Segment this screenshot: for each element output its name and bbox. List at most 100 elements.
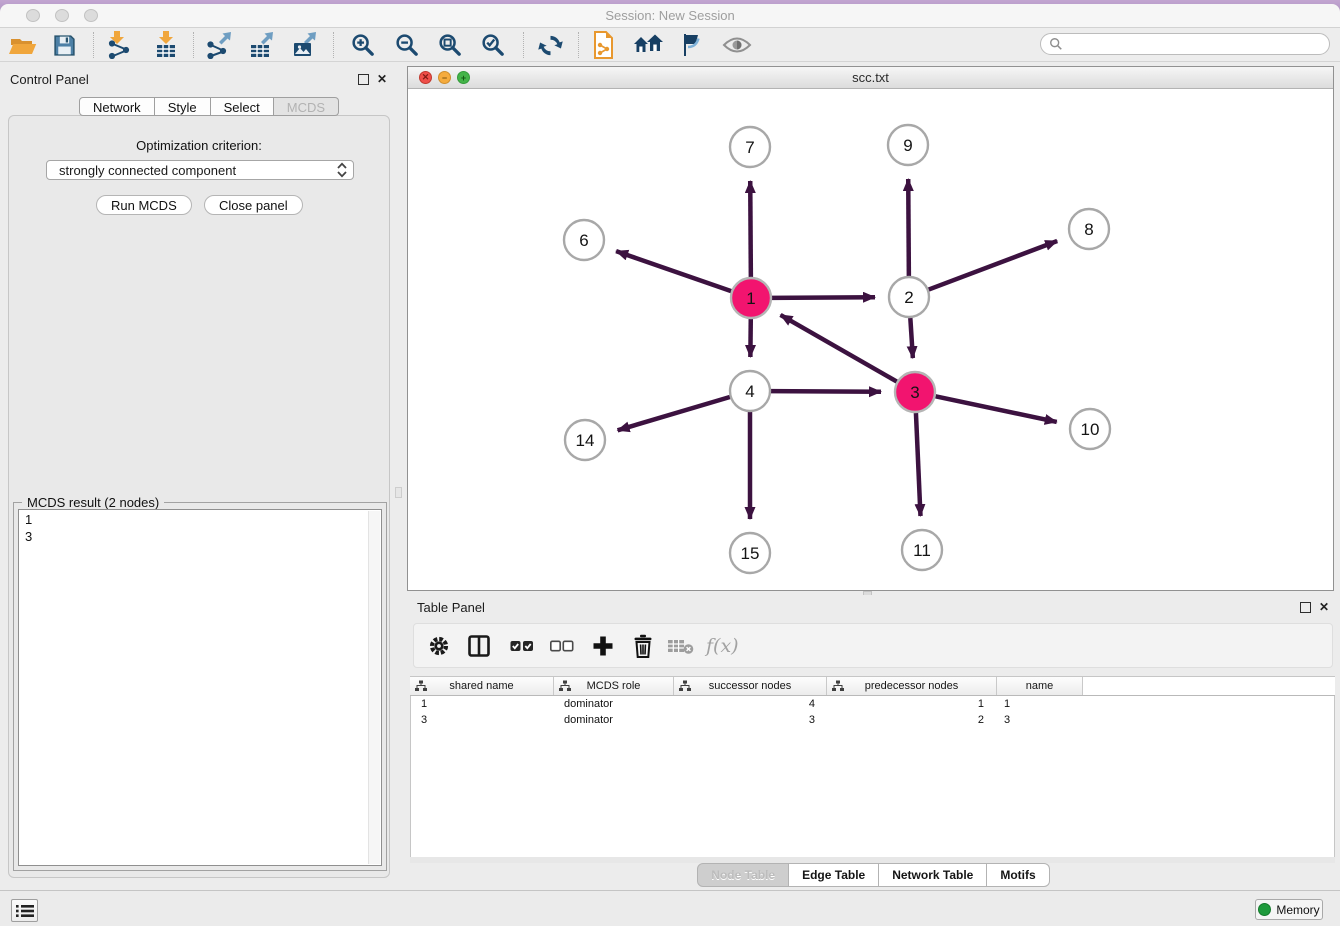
graph-edge-3-11[interactable]: [916, 413, 921, 516]
zoom-out-button[interactable]: [391, 30, 423, 60]
result-scrollbar[interactable]: [368, 511, 380, 864]
delete-column-button[interactable]: [632, 634, 654, 658]
tab-network-table[interactable]: Network Table: [879, 863, 987, 887]
column-header-mcds-role[interactable]: MCDS role: [554, 677, 674, 695]
table-panel: Table Panel ✕: [407, 595, 1340, 890]
select-all-rows-button[interactable]: [510, 639, 534, 653]
memory-status-dot: [1258, 903, 1271, 916]
column-header-predecessor-nodes[interactable]: predecessor nodes: [827, 677, 997, 695]
tab-motifs[interactable]: Motifs: [987, 863, 1049, 887]
home-views-button[interactable]: [632, 30, 664, 60]
table-panel-float-button[interactable]: [1298, 600, 1312, 614]
apply-layout-button[interactable]: [534, 30, 566, 60]
control-panel-tabs: NetworkStyleSelectMCDS: [79, 97, 339, 116]
checked-boxes-icon: [510, 639, 534, 653]
search-icon: [1049, 37, 1063, 51]
mcds-result-title: MCDS result (2 nodes): [22, 495, 164, 510]
mcds-result-textarea[interactable]: 13: [18, 509, 382, 866]
deselect-all-rows-button[interactable]: [550, 639, 574, 653]
graph-edge-3-10[interactable]: [936, 396, 1057, 422]
column-header-name[interactable]: name: [997, 677, 1083, 695]
control-panel-title: Control Panel: [10, 72, 89, 87]
list-icon: [15, 903, 35, 919]
open-session-button[interactable]: [7, 30, 39, 60]
run-mcds-button[interactable]: Run MCDS: [96, 195, 192, 215]
export-table-button[interactable]: [246, 30, 278, 60]
zoom-fit-icon: [437, 32, 464, 59]
import-network-button[interactable]: [103, 30, 135, 60]
mcds-result-line: 3: [25, 528, 362, 545]
dropdown-stepper-icon: [337, 162, 347, 178]
graph-edge-4-14[interactable]: [618, 397, 730, 430]
export-network-button[interactable]: [203, 30, 235, 60]
zoom-selected-button[interactable]: [477, 30, 509, 60]
apply-style-button[interactable]: [676, 30, 708, 60]
tab-select[interactable]: Select: [211, 97, 274, 116]
export-image-icon: [291, 31, 319, 59]
show-column-button[interactable]: [468, 635, 490, 657]
graph-edge-1-7[interactable]: [750, 181, 751, 277]
zoom-fit-button[interactable]: [434, 30, 466, 60]
tab-edge-table[interactable]: Edge Table: [789, 863, 879, 887]
table-cell: 1: [411, 698, 554, 710]
graph-edge-1-6[interactable]: [616, 251, 731, 291]
mcds-result-line: 1: [25, 511, 362, 528]
task-history-button[interactable]: [11, 899, 38, 922]
graph-edge-2-9[interactable]: [908, 179, 909, 276]
plus-icon: [592, 635, 614, 657]
save-session-button[interactable]: [48, 30, 80, 60]
graph-node-label: 15: [741, 544, 760, 563]
zoom-in-button[interactable]: [347, 30, 379, 60]
close-icon: ✕: [377, 73, 387, 85]
delete-table-button[interactable]: [668, 637, 694, 655]
tab-network[interactable]: Network: [79, 97, 155, 116]
column-header-shared-name[interactable]: shared name: [410, 677, 554, 695]
network-file-icon: [591, 31, 617, 59]
import-table-button[interactable]: [150, 30, 182, 60]
panel-splitter-handle[interactable]: [395, 487, 402, 498]
export-image-button[interactable]: [289, 30, 321, 60]
search-input[interactable]: [1068, 36, 1321, 52]
shared-column-icon: [832, 680, 844, 692]
column-header-successor-nodes[interactable]: successor nodes: [674, 677, 827, 695]
memory-button[interactable]: Memory: [1255, 899, 1323, 920]
houses-icon: [633, 33, 663, 57]
table-cell: 1: [994, 698, 1079, 710]
export-table-icon: [248, 31, 276, 59]
network-view-window: ✕ − + scc.txt 1234678910111415: [407, 66, 1334, 591]
show-hide-button[interactable]: [721, 30, 753, 60]
table-row[interactable]: 1dominator411: [411, 696, 1334, 712]
graph-edge-1-2[interactable]: [772, 297, 875, 298]
table-body: 1dominator4113dominator323: [410, 696, 1335, 859]
control-panel-float-button[interactable]: [356, 72, 370, 86]
fx-icon: f(x): [706, 635, 739, 657]
refresh-icon: [537, 32, 564, 59]
control-panel-close-button[interactable]: ✕: [375, 72, 389, 86]
optimization-criterion-dropdown[interactable]: strongly connected component: [46, 160, 354, 180]
column-header-label: MCDS role: [587, 680, 641, 692]
network-from-file-button[interactable]: [588, 30, 620, 60]
style-flag-icon: [679, 32, 705, 58]
graph-edge-2-8[interactable]: [929, 241, 1058, 290]
table-panel-title: Table Panel: [417, 600, 485, 615]
graph-node-label: 1: [746, 289, 755, 308]
toolbar-separator: [523, 32, 524, 58]
graph-edge-4-3[interactable]: [771, 391, 881, 392]
search-box[interactable]: [1040, 33, 1330, 55]
close-panel-button[interactable]: Close panel: [204, 195, 303, 215]
network-canvas[interactable]: 1234678910111415: [408, 89, 1333, 591]
mcds-result-lines: 13: [19, 510, 368, 865]
table-panel-close-button[interactable]: ✕: [1317, 600, 1331, 614]
function-builder-button[interactable]: f(x): [706, 635, 739, 657]
tab-node-table[interactable]: Node Table: [697, 863, 789, 887]
unchecked-boxes-icon: [550, 639, 574, 653]
close-icon: ✕: [1319, 601, 1329, 613]
graph-edge-3-1[interactable]: [780, 315, 896, 382]
tab-style[interactable]: Style: [155, 97, 211, 116]
graph-node-label: 3: [910, 383, 919, 402]
tab-mcds[interactable]: MCDS: [274, 97, 339, 116]
table-row[interactable]: 3dominator323: [411, 712, 1334, 728]
table-settings-button[interactable]: [428, 635, 450, 657]
graph-edge-2-3[interactable]: [910, 318, 913, 358]
create-column-button[interactable]: [592, 635, 614, 657]
